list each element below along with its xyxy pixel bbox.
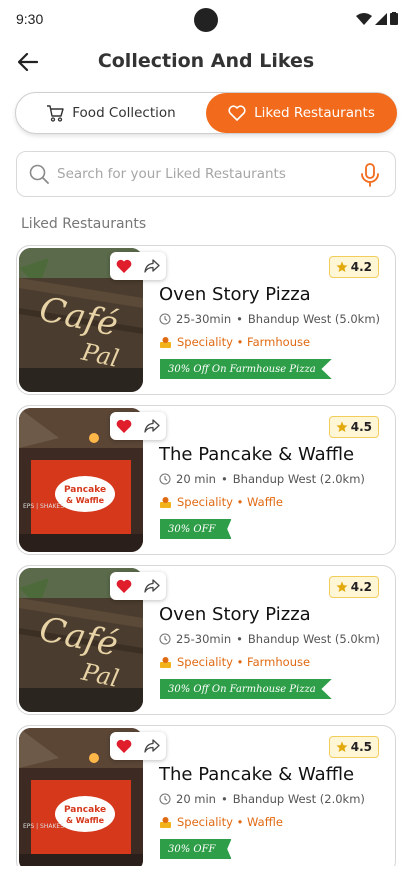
svg-text:& Waffle: & Waffle — [66, 816, 105, 825]
delivery-time: 20 min — [176, 472, 216, 486]
speciality-text: Speciality • Farmhouse — [177, 655, 311, 669]
clock-icon — [159, 633, 171, 645]
star-icon — [336, 581, 348, 592]
share-icon[interactable] — [144, 579, 160, 593]
search-input[interactable] — [57, 166, 347, 182]
signal-icon — [375, 12, 387, 25]
search-icon — [29, 164, 49, 184]
star-icon — [336, 421, 348, 432]
rating-value: 4.2 — [350, 580, 372, 594]
share-icon[interactable] — [144, 739, 160, 753]
heart-filled-icon[interactable] — [116, 739, 132, 753]
separator-dot: • — [220, 792, 228, 806]
delivery-info: 20 min • Bhandup West (2.0km) — [159, 472, 365, 486]
wifi-icon — [356, 12, 372, 25]
tab-liked-restaurants[interactable]: Liked Restaurants — [206, 93, 397, 133]
heart-filled-icon[interactable] — [116, 579, 132, 593]
speciality-text: Speciality • Farmhouse — [177, 335, 311, 349]
delivery-info: 25-30min • Bhandup West (5.0km) — [159, 312, 380, 326]
share-icon[interactable] — [144, 259, 160, 273]
restaurant-name: The Pancake & Waffle — [159, 444, 355, 465]
separator-dot: • — [236, 312, 243, 326]
delivery-time: 20 min — [176, 792, 216, 806]
speciality-text: Speciality • Waffle — [177, 815, 283, 829]
heart-outline-icon — [228, 105, 246, 121]
clock-icon — [159, 313, 171, 325]
restaurant-card[interactable]: Café Pal 4.2 Oven Story Pizza 25-30min •… — [16, 245, 396, 395]
rating-badge: 4.2 — [328, 576, 379, 598]
cart-icon — [47, 104, 64, 122]
speciality-info: Speciality • Waffle — [159, 815, 283, 829]
page-title: Collection And Likes — [97, 50, 315, 72]
rating-value: 4.2 — [350, 260, 372, 274]
svg-text:Pancake: Pancake — [64, 805, 106, 815]
rating-value: 4.5 — [350, 420, 372, 434]
svg-text:EPS | SHAKES: EPS | SHAKES — [23, 823, 64, 830]
restaurant-name: Oven Story Pizza — [159, 284, 311, 305]
restaurant-location: Bhandup West (5.0km) — [247, 632, 381, 646]
battery-icon — [390, 12, 398, 25]
delivery-time: 25-30min — [176, 632, 232, 646]
separator-dot: • — [220, 472, 228, 486]
restaurant-location: Bhandup West (2.0km) — [232, 472, 365, 486]
status-time: 9:30 — [16, 11, 44, 27]
clock-icon — [159, 473, 171, 485]
speciality-info: Speciality • Waffle — [159, 495, 283, 509]
offer-tag: 30% OFF — [160, 839, 232, 859]
svg-text:Pancake: Pancake — [64, 485, 106, 495]
chef-icon — [160, 656, 171, 668]
chef-icon — [160, 336, 171, 348]
heart-filled-icon[interactable] — [116, 419, 132, 433]
delivery-time: 25-30min — [176, 312, 232, 326]
section-label: Liked Restaurants — [21, 216, 147, 232]
rating-badge: 4.5 — [328, 736, 379, 758]
header: Collection And Likes — [0, 44, 412, 80]
restaurant-name: Oven Story Pizza — [159, 604, 311, 625]
tab-food-collection[interactable]: Food Collection — [16, 93, 206, 133]
offer-tag: 30% Off On Farmhouse Pizza — [160, 679, 332, 699]
separator-dot: • — [236, 632, 243, 646]
tab-food-collection-label: Food Collection — [72, 105, 176, 121]
collection-tabs: Food Collection Liked Restaurants — [15, 92, 397, 134]
card-actions — [110, 412, 166, 440]
card-actions — [110, 572, 166, 600]
camera-cutout — [194, 8, 218, 32]
share-icon[interactable] — [144, 419, 160, 433]
card-actions — [110, 732, 166, 760]
card-actions — [110, 252, 166, 280]
restaurant-card[interactable]: Pancake & Waffle EPS | SHAKES 4.5 The Pa… — [16, 405, 396, 555]
status-bar: 9:30 — [0, 0, 412, 40]
clock-icon — [159, 793, 171, 805]
bottom-bar — [0, 866, 412, 874]
rating-badge: 4.2 — [328, 256, 379, 278]
restaurant-card[interactable]: Pancake & Waffle EPS | SHAKES 4.5 The Pa… — [16, 725, 396, 874]
microphone-icon[interactable] — [359, 163, 381, 187]
star-icon — [336, 741, 348, 752]
restaurant-name: The Pancake & Waffle — [159, 764, 355, 785]
delivery-info: 25-30min • Bhandup West (5.0km) — [159, 632, 380, 646]
rating-value: 4.5 — [350, 740, 372, 754]
speciality-text: Speciality • Waffle — [177, 495, 283, 509]
restaurant-location: Bhandup West (5.0km) — [247, 312, 381, 326]
svg-text:EPS | SHAKES: EPS | SHAKES — [23, 503, 64, 510]
tab-liked-restaurants-label: Liked Restaurants — [254, 105, 375, 121]
offer-tag: 30% Off On Farmhouse Pizza — [160, 359, 332, 379]
restaurant-card[interactable]: Café Pal 4.2 Oven Story Pizza 25-30min •… — [16, 565, 396, 715]
speciality-info: Speciality • Farmhouse — [159, 335, 310, 349]
chef-icon — [160, 816, 171, 828]
svg-text:& Waffle: & Waffle — [66, 496, 105, 505]
offer-tag: 30% OFF — [160, 519, 232, 539]
delivery-info: 20 min • Bhandup West (2.0km) — [159, 792, 365, 806]
rating-badge: 4.5 — [328, 416, 379, 438]
chef-icon — [160, 496, 171, 508]
status-icons — [356, 12, 398, 25]
search-bar — [16, 151, 396, 197]
restaurant-location: Bhandup West (2.0km) — [232, 792, 365, 806]
heart-filled-icon[interactable] — [116, 259, 132, 273]
star-icon — [336, 261, 348, 272]
speciality-info: Speciality • Farmhouse — [159, 655, 310, 669]
